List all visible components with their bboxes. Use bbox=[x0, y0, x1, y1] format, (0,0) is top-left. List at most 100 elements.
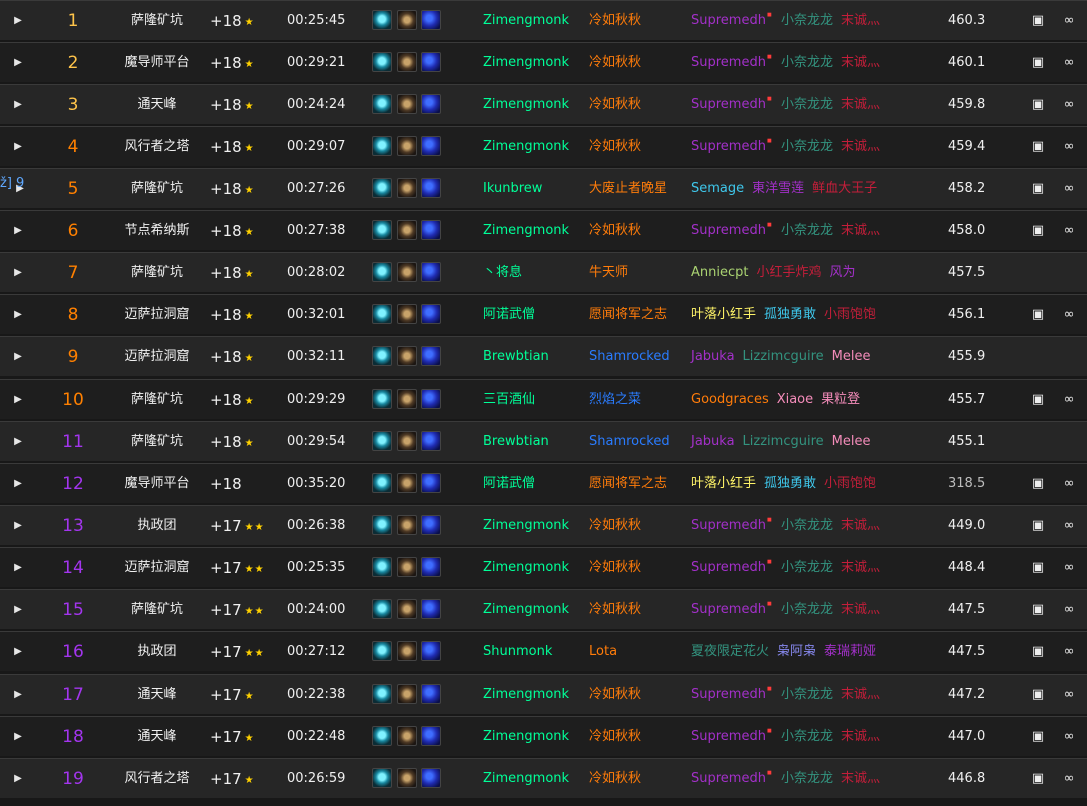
player-name[interactable]: Zimengmonk bbox=[483, 590, 569, 630]
affix-icon[interactable] bbox=[421, 431, 441, 451]
affix-icon[interactable] bbox=[372, 515, 392, 535]
player-name[interactable]: 阿诺武僧 bbox=[483, 464, 535, 504]
affix-icon[interactable] bbox=[372, 389, 392, 409]
link-icon[interactable]: ∞ bbox=[1061, 759, 1077, 799]
expand-caret-icon[interactable]: ▶ bbox=[10, 1, 26, 41]
link-icon[interactable]: ∞ bbox=[1061, 380, 1077, 420]
player-name[interactable]: Supremedh bbox=[691, 548, 766, 588]
player-name[interactable]: Shamrocked bbox=[589, 422, 670, 462]
affix-icon[interactable] bbox=[372, 94, 392, 114]
expand-caret-icon[interactable]: ▶ bbox=[10, 211, 26, 251]
expand-caret-icon[interactable]: ▶ bbox=[10, 464, 26, 504]
player-name[interactable]: 冷如秋秋 bbox=[589, 506, 641, 546]
affix-icon[interactable] bbox=[372, 641, 392, 661]
affix-icon[interactable] bbox=[397, 262, 417, 282]
player-name[interactable]: 夏夜限定花火 bbox=[691, 632, 769, 672]
player-name[interactable]: 冷如秋秋 bbox=[589, 127, 641, 167]
table-row[interactable]: ▶ 9 迈萨拉洞窟 +18 ★ 00:32:11 Brewbtian Shamro… bbox=[0, 336, 1087, 376]
table-row[interactable]: ▶ 6 节点希纳斯 +18 ★ 00:27:38 Zimengmonk 冷如秋秋 … bbox=[0, 210, 1087, 250]
affix-icon[interactable] bbox=[397, 515, 417, 535]
map-icon[interactable]: ▣ bbox=[1030, 759, 1046, 799]
affix-icon[interactable] bbox=[372, 768, 392, 788]
link-icon[interactable]: ∞ bbox=[1061, 169, 1077, 209]
table-row[interactable]: ▶ 18 通天峰 +17 ★ 00:22:48 Zimengmonk 冷如秋秋 S… bbox=[0, 716, 1087, 756]
player-name[interactable]: 小奈龙龙 bbox=[781, 590, 833, 630]
player-name[interactable]: 枭阿枭 bbox=[777, 632, 816, 672]
player-name[interactable]: 小雨饱饱 bbox=[824, 295, 876, 335]
player-name[interactable]: Supremedh bbox=[691, 127, 766, 167]
expand-caret-icon[interactable]: ▶ bbox=[10, 295, 26, 335]
player-name[interactable]: Shunmonk bbox=[483, 632, 552, 672]
expand-caret-icon[interactable]: ▶ bbox=[10, 717, 26, 757]
map-icon[interactable]: ▣ bbox=[1030, 717, 1046, 757]
map-icon[interactable]: ▣ bbox=[1030, 43, 1046, 83]
affix-icon[interactable] bbox=[421, 178, 441, 198]
player-name[interactable]: 愿闻将军之志 bbox=[589, 295, 667, 335]
link-icon[interactable]: ∞ bbox=[1061, 590, 1077, 630]
player-name[interactable]: 泰瑞莉娅 bbox=[824, 632, 876, 672]
expand-caret-icon[interactable]: ▶ bbox=[10, 337, 26, 377]
map-icon[interactable]: ▣ bbox=[1030, 464, 1046, 504]
affix-icon[interactable] bbox=[397, 346, 417, 366]
player-name[interactable]: Supremedh bbox=[691, 717, 766, 757]
table-row[interactable]: ▶ 4 风行者之塔 +18 ★ 00:29:07 Zimengmonk 冷如秋秋 … bbox=[0, 126, 1087, 166]
expand-caret-icon[interactable]: ▶ bbox=[10, 253, 26, 293]
affix-icon[interactable] bbox=[372, 178, 392, 198]
affix-icon[interactable] bbox=[421, 10, 441, 30]
player-name[interactable]: 果粒登 bbox=[821, 380, 860, 420]
player-name[interactable]: Supremedh bbox=[691, 211, 766, 251]
table-row[interactable]: ▶ 19 风行者之塔 +17 ★ 00:26:59 Zimengmonk 冷如秋秋… bbox=[0, 758, 1087, 798]
affix-icon[interactable] bbox=[397, 431, 417, 451]
affix-icon[interactable] bbox=[397, 389, 417, 409]
link-icon[interactable]: ∞ bbox=[1061, 506, 1077, 546]
affix-icon[interactable] bbox=[421, 768, 441, 788]
affix-icon[interactable] bbox=[397, 726, 417, 746]
affix-icon[interactable] bbox=[421, 599, 441, 619]
player-name[interactable]: 小红手炸鸡 bbox=[756, 253, 821, 293]
affix-icon[interactable] bbox=[397, 220, 417, 240]
player-name[interactable]: 末诚灬 bbox=[841, 675, 880, 715]
player-name[interactable]: 末诚灬 bbox=[841, 590, 880, 630]
affix-icon[interactable] bbox=[372, 557, 392, 577]
affix-icon[interactable] bbox=[397, 684, 417, 704]
table-row[interactable]: ▶ 13 执政团 +17 ★★ 00:26:38 Zimengmonk 冷如秋秋 … bbox=[0, 505, 1087, 545]
player-name[interactable]: 小奈龙龙 bbox=[781, 548, 833, 588]
affix-icon[interactable] bbox=[372, 10, 392, 30]
map-icon[interactable]: ▣ bbox=[1030, 675, 1046, 715]
player-name[interactable]: 烈焰之菜 bbox=[589, 380, 641, 420]
table-row[interactable]: ▶ 5 萨隆矿坑 +18 ★ 00:27:26 Ikunbrew 大废止者晚星 S… bbox=[0, 168, 1087, 208]
player-name[interactable]: 小奈龙龙 bbox=[781, 675, 833, 715]
affix-icon[interactable] bbox=[397, 599, 417, 619]
player-name[interactable]: 末诚灬 bbox=[841, 1, 880, 41]
link-icon[interactable]: ∞ bbox=[1061, 43, 1077, 83]
player-name[interactable]: Xiaoe bbox=[777, 380, 813, 420]
affix-icon[interactable] bbox=[372, 431, 392, 451]
table-row[interactable]: ▶ 10 萨隆矿坑 +18 ★ 00:29:29 三百酒仙 烈焰之菜 Goodgr… bbox=[0, 379, 1087, 419]
expand-caret-icon[interactable]: ▶ bbox=[10, 506, 26, 546]
player-name[interactable]: Lizzimcguire bbox=[743, 337, 824, 377]
player-name[interactable]: 小奈龙龙 bbox=[781, 85, 833, 125]
map-icon[interactable]: ▣ bbox=[1030, 85, 1046, 125]
affix-icon[interactable] bbox=[397, 304, 417, 324]
player-name[interactable]: Zimengmonk bbox=[483, 127, 569, 167]
player-name[interactable]: Semage bbox=[691, 169, 744, 209]
affix-icon[interactable] bbox=[397, 768, 417, 788]
affix-icon[interactable] bbox=[421, 94, 441, 114]
player-name[interactable]: Ikunbrew bbox=[483, 169, 542, 209]
affix-icon[interactable] bbox=[372, 304, 392, 324]
link-icon[interactable]: ∞ bbox=[1061, 548, 1077, 588]
link-icon[interactable]: ∞ bbox=[1061, 675, 1077, 715]
player-name[interactable]: 小奈龙龙 bbox=[781, 127, 833, 167]
player-name[interactable]: 冷如秋秋 bbox=[589, 548, 641, 588]
map-icon[interactable]: ▣ bbox=[1030, 632, 1046, 672]
player-name[interactable]: 小雨饱饱 bbox=[824, 464, 876, 504]
link-icon[interactable]: ∞ bbox=[1061, 295, 1077, 335]
affix-icon[interactable] bbox=[372, 473, 392, 493]
player-name[interactable]: Melee bbox=[832, 422, 871, 462]
player-name[interactable]: 末诚灬 bbox=[841, 506, 880, 546]
table-row[interactable]: ▶ 16 执政团 +17 ★★ 00:27:12 Shunmonk Lota 夏夜… bbox=[0, 631, 1087, 671]
expand-caret-icon[interactable]: ▶ bbox=[10, 85, 26, 125]
link-icon[interactable]: ∞ bbox=[1061, 1, 1077, 41]
table-row[interactable]: ▶ 17 通天峰 +17 ★ 00:22:38 Zimengmonk 冷如秋秋 S… bbox=[0, 674, 1087, 714]
player-name[interactable]: Supremedh bbox=[691, 85, 766, 125]
